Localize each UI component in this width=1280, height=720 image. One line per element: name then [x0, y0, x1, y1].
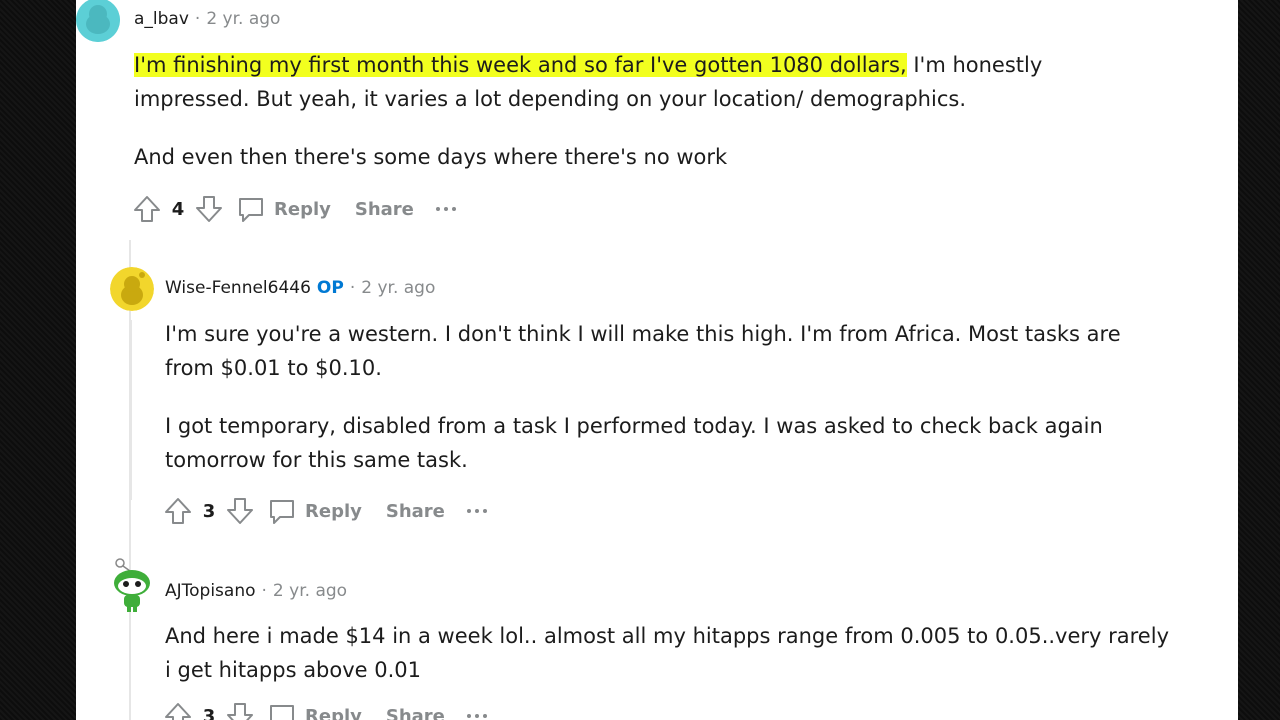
ellipsis-icon	[466, 714, 471, 718]
upvote-arrow-icon	[165, 703, 191, 720]
ellipsis-icon	[435, 207, 440, 211]
upvote-button[interactable]	[130, 192, 164, 226]
downvote-arrow-icon	[196, 196, 222, 222]
share-label: Share	[385, 705, 445, 720]
snoo-avatar-icon	[114, 558, 150, 612]
timestamp[interactable]: 2 yr. ago	[206, 9, 280, 29]
ellipsis-icon	[466, 509, 471, 513]
share-label: Share	[385, 500, 445, 522]
thread-line-nested[interactable]	[130, 320, 132, 500]
timestamp[interactable]: 2 yr. ago	[273, 581, 347, 601]
more-options-button[interactable]	[435, 207, 456, 211]
more-options-button[interactable]	[466, 509, 487, 513]
comment-actions: 4 Reply Share	[130, 191, 456, 227]
comment-paragraph-2: I got temporary, disabled from a task I …	[165, 414, 1103, 472]
upvote-arrow-icon	[134, 196, 160, 222]
meta-separator: ·	[194, 9, 201, 29]
vote-score: 3	[202, 500, 216, 522]
reply-label: Reply	[305, 705, 362, 720]
timestamp[interactable]: 2 yr. ago	[361, 278, 435, 298]
downvote-button[interactable]	[223, 699, 257, 720]
vote-score: 4	[171, 198, 185, 220]
share-label: Share	[354, 198, 414, 220]
upvote-button[interactable]	[161, 494, 195, 528]
comment-paragraph: And here i made $14 in a week lol.. almo…	[165, 624, 1169, 682]
snoo-avatar-icon	[76, 0, 120, 42]
comment-bubble-icon	[239, 198, 263, 222]
comment-actions: 3 Reply Share	[161, 698, 487, 720]
username[interactable]: a_lbav	[134, 9, 189, 29]
username[interactable]: AJTopisano	[165, 581, 256, 601]
downvote-button[interactable]	[192, 192, 226, 226]
comment-bubble-icon	[270, 705, 294, 720]
upvote-button[interactable]	[161, 699, 195, 720]
comment-bubble-icon	[270, 500, 294, 524]
downvote-arrow-icon	[227, 498, 253, 524]
meta-separator: ·	[349, 278, 356, 298]
comment-paragraph: I'm sure you're a western. I don't think…	[165, 322, 1121, 380]
comment-meta: AJTopisano · 2 yr. ago	[165, 581, 347, 601]
username[interactable]: Wise-Fennel6446	[165, 278, 311, 298]
comment-meta: Wise-Fennel6446 OP · 2 yr. ago	[165, 278, 435, 298]
comment-meta: a_lbav · 2 yr. ago	[134, 9, 280, 29]
left-backdrop	[0, 0, 76, 720]
share-button[interactable]: Share	[355, 199, 414, 220]
avatar[interactable]	[110, 267, 154, 311]
share-button[interactable]: Share	[386, 706, 445, 720]
reply-label: Reply	[274, 198, 331, 220]
comments-panel: a_lbav · 2 yr. ago I'm finishing my first …	[76, 0, 1238, 720]
downvote-arrow-icon	[227, 703, 253, 720]
comment-paragraph-2: And even then there's some days where th…	[134, 145, 728, 169]
more-options-button[interactable]	[466, 714, 487, 718]
reply-button[interactable]: Reply	[267, 496, 362, 526]
share-button[interactable]: Share	[386, 501, 445, 522]
reply-button[interactable]: Reply	[267, 701, 362, 720]
comment-actions: 3 Reply Share	[161, 493, 487, 529]
highlighted-text: I'm finishing my first month this week a…	[134, 53, 907, 77]
reply-label: Reply	[305, 500, 362, 522]
op-badge: OP	[316, 278, 344, 298]
snoo-avatar-icon	[110, 267, 154, 311]
vote-score: 3	[202, 705, 216, 720]
reply-button[interactable]: Reply	[236, 194, 331, 224]
right-backdrop	[1238, 0, 1280, 720]
upvote-arrow-icon	[165, 498, 191, 524]
avatar[interactable]	[110, 557, 154, 613]
meta-separator: ·	[261, 581, 267, 601]
avatar[interactable]	[76, 0, 120, 42]
comment-paragraph: I'm finishing my first month this week a…	[134, 48, 1134, 116]
downvote-button[interactable]	[223, 494, 257, 528]
